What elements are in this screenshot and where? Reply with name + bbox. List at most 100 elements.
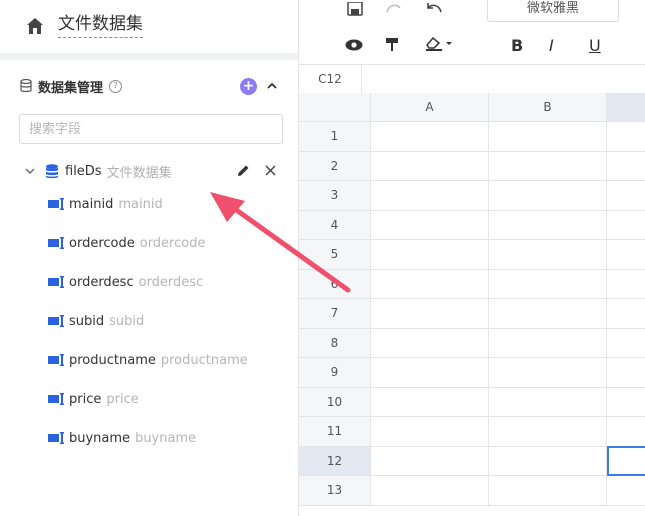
- sheet-cell[interactable]: [489, 387, 607, 417]
- sheet-cell[interactable]: [489, 269, 607, 299]
- sheet-cell[interactable]: [371, 328, 489, 358]
- edit-icon[interactable]: [237, 164, 250, 177]
- row-header[interactable]: 13: [299, 476, 371, 506]
- sheet-cell[interactable]: [371, 417, 489, 447]
- sheet-cell[interactable]: [489, 181, 607, 211]
- row-header[interactable]: 8: [299, 328, 371, 358]
- format-painter-icon[interactable]: [385, 37, 399, 52]
- save-icon[interactable]: [347, 2, 363, 16]
- underline-button[interactable]: U: [589, 36, 601, 55]
- sheet-cell[interactable]: [489, 417, 607, 447]
- sheet-cell[interactable]: [371, 240, 489, 270]
- chevron-down-icon[interactable]: [25, 166, 35, 176]
- sheet-cell[interactable]: [607, 269, 645, 299]
- bold-button[interactable]: B: [511, 36, 523, 55]
- field-item[interactable]: mainid mainid: [48, 194, 163, 214]
- eye-icon[interactable]: [345, 39, 363, 51]
- sheet-cell[interactable]: [371, 122, 489, 152]
- field-item[interactable]: ordercode ordercode: [48, 233, 205, 253]
- chevron-up-icon[interactable]: [266, 80, 278, 92]
- row-header[interactable]: 1: [299, 122, 371, 152]
- sheet-cell[interactable]: [371, 358, 489, 388]
- row-header[interactable]: 11: [299, 417, 371, 447]
- home-icon[interactable]: [26, 17, 44, 35]
- sheet-cell[interactable]: [607, 181, 645, 211]
- field-item[interactable]: orderdesc orderdesc: [48, 272, 203, 292]
- row-header[interactable]: 9: [299, 358, 371, 388]
- field-icon: [48, 393, 64, 405]
- field-alias: orderdesc: [138, 274, 204, 290]
- field-name: mainid: [69, 196, 114, 212]
- field-name: price: [69, 391, 102, 407]
- font-family-select[interactable]: 微软雅黑: [487, 0, 619, 22]
- italic-button[interactable]: I: [549, 36, 554, 55]
- dataset-manager-header: 数据集管理 ?: [20, 76, 123, 96]
- column-header[interactable]: B: [489, 93, 607, 122]
- field-item[interactable]: productname productname: [48, 350, 248, 370]
- sheet-cell[interactable]: [371, 210, 489, 240]
- database-icon: [20, 79, 32, 93]
- divider: [0, 53, 298, 60]
- undo-icon[interactable]: [425, 2, 443, 14]
- sheet-cell[interactable]: [371, 476, 489, 506]
- sheet-cell[interactable]: [607, 328, 645, 358]
- sheet-cell[interactable]: [607, 151, 645, 181]
- field-item[interactable]: buyname buyname: [48, 428, 196, 448]
- help-icon[interactable]: ?: [109, 79, 123, 93]
- sheet-cell[interactable]: [607, 417, 645, 447]
- row-header[interactable]: 12: [299, 446, 371, 476]
- dataset-item[interactable]: fileDs 文件数据集: [25, 160, 283, 182]
- row-header[interactable]: 3: [299, 181, 371, 211]
- sheet-cell[interactable]: [489, 299, 607, 329]
- sheet-cell[interactable]: [489, 446, 607, 476]
- redo-icon[interactable]: [385, 2, 403, 14]
- field-item[interactable]: price price: [48, 389, 139, 409]
- close-icon[interactable]: [265, 165, 276, 176]
- page-title[interactable]: 文件数据集: [58, 13, 143, 38]
- sheet-cell[interactable]: [489, 151, 607, 181]
- column-header-selected[interactable]: [607, 93, 645, 122]
- sheet-cell[interactable]: [489, 122, 607, 152]
- eraser-icon[interactable]: [425, 36, 455, 52]
- dataset-alias: 文件数据集: [106, 165, 172, 181]
- sheet-cell[interactable]: [489, 210, 607, 240]
- sheet-cell[interactable]: [607, 387, 645, 417]
- field-name: productname: [69, 352, 156, 368]
- dataset-manager-label: 数据集管理: [38, 80, 104, 96]
- sheet-cell[interactable]: [607, 122, 645, 152]
- row-header[interactable]: 2: [299, 151, 371, 181]
- row-header[interactable]: 4: [299, 210, 371, 240]
- sheet-cell[interactable]: [607, 476, 645, 506]
- sheet-cell[interactable]: [607, 358, 645, 388]
- sheet-cell[interactable]: [607, 210, 645, 240]
- sheet-cell[interactable]: [489, 328, 607, 358]
- sheet-cell[interactable]: [607, 240, 645, 270]
- row-header[interactable]: 6: [299, 269, 371, 299]
- row-header[interactable]: 7: [299, 299, 371, 329]
- field-icon: [48, 237, 64, 249]
- sheet-cell[interactable]: [371, 269, 489, 299]
- cell-reference-box[interactable]: C12: [299, 65, 362, 93]
- field-name: buyname: [69, 430, 131, 446]
- field-icon: [48, 198, 64, 210]
- row-header[interactable]: 10: [299, 387, 371, 417]
- column-header[interactable]: A: [371, 93, 489, 122]
- field-search-input[interactable]: [19, 114, 283, 144]
- field-alias: price: [106, 391, 139, 407]
- row-header[interactable]: 5: [299, 240, 371, 270]
- sheet-cell[interactable]: [489, 476, 607, 506]
- field-name: ordercode: [69, 235, 135, 251]
- add-dataset-button[interactable]: +: [240, 78, 257, 95]
- sheet-cell[interactable]: [489, 358, 607, 388]
- field-alias: productname: [160, 352, 248, 368]
- sheet-cell[interactable]: [371, 446, 489, 476]
- corner-cell[interactable]: [299, 93, 371, 122]
- selected-cell[interactable]: [607, 446, 645, 476]
- sheet-cell[interactable]: [489, 240, 607, 270]
- sheet-cell[interactable]: [371, 151, 489, 181]
- sheet-cell[interactable]: [607, 299, 645, 329]
- field-item[interactable]: subid subid: [48, 311, 144, 331]
- sheet-cell[interactable]: [371, 299, 489, 329]
- sheet-cell[interactable]: [371, 387, 489, 417]
- sheet-cell[interactable]: [371, 181, 489, 211]
